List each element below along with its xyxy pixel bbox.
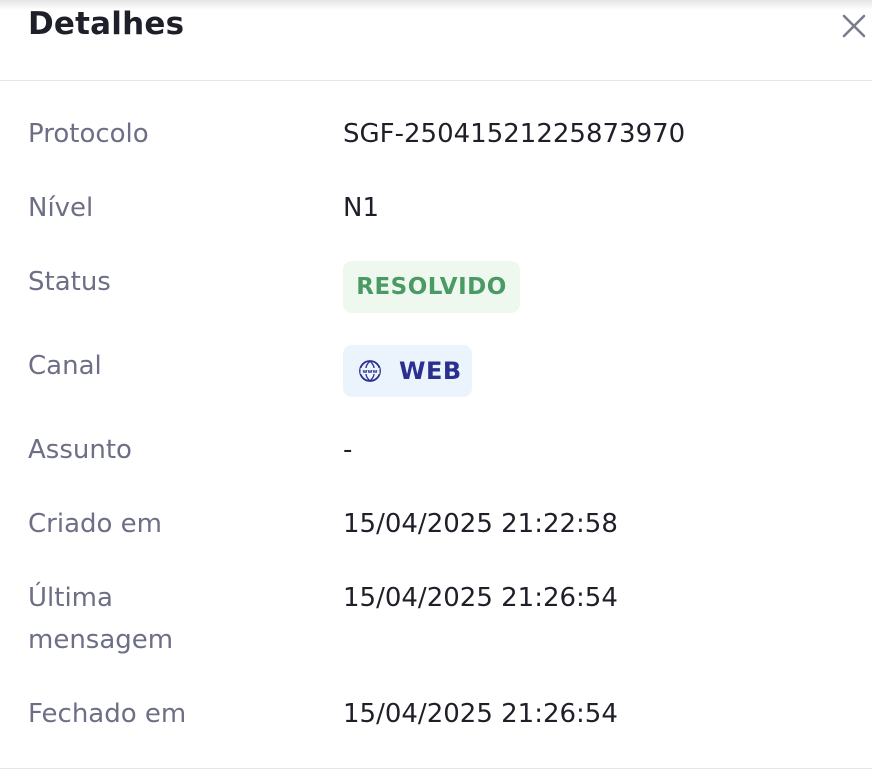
channel-badge-label: WEB bbox=[399, 357, 462, 385]
protocolo-label: Protocolo bbox=[28, 119, 149, 149]
nivel-value: N1 bbox=[343, 193, 379, 223]
status-label: Status bbox=[28, 267, 111, 297]
details-panel: Detalhes Protocolo SGF-25041521225873970… bbox=[0, 0, 872, 782]
ultima-mensagem-label-line1: Última bbox=[28, 583, 113, 613]
globe-www-icon: www bbox=[359, 360, 381, 382]
ultima-mensagem-value: 15/04/2025 21:26:54 bbox=[343, 583, 618, 613]
close-button[interactable] bbox=[838, 10, 870, 42]
bottom-divider bbox=[0, 768, 872, 769]
fechado-em-label: Fechado em bbox=[28, 699, 187, 729]
channel-badge: www WEB bbox=[343, 345, 472, 397]
canal-label: Canal bbox=[28, 351, 102, 381]
protocolo-value: SGF-25041521225873970 bbox=[343, 119, 686, 149]
nivel-label: Nível bbox=[28, 193, 94, 223]
assunto-value: - bbox=[343, 435, 353, 465]
close-icon bbox=[842, 14, 866, 38]
panel-header: Detalhes bbox=[0, 0, 872, 81]
status-badge: RESOLVIDO bbox=[343, 261, 520, 313]
criado-em-value: 15/04/2025 21:22:58 bbox=[343, 509, 618, 539]
fechado-em-value: 15/04/2025 21:26:54 bbox=[343, 699, 618, 729]
criado-em-label: Criado em bbox=[28, 509, 162, 539]
assunto-label: Assunto bbox=[28, 435, 132, 465]
svg-text:www: www bbox=[363, 369, 378, 375]
panel-title: Detalhes bbox=[28, 6, 185, 42]
ultima-mensagem-label-line2: mensagem bbox=[28, 625, 174, 655]
